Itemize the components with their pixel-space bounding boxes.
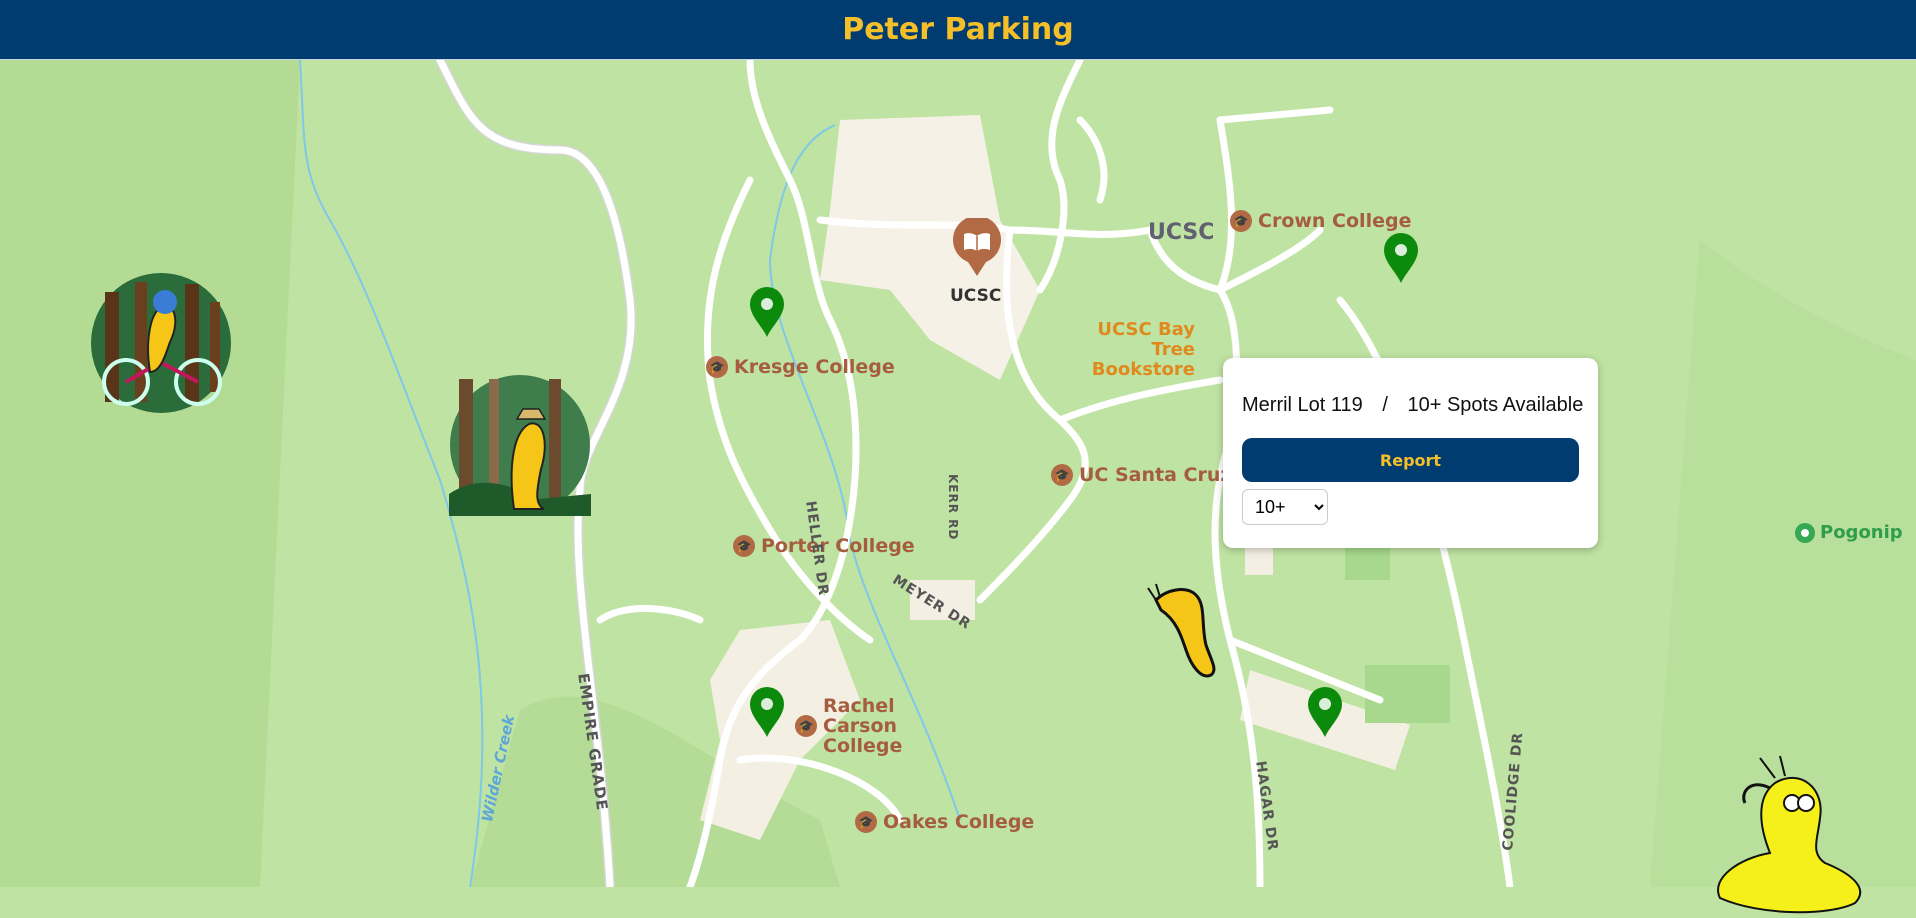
park-pogonip[interactable]: Pogonip	[1795, 522, 1903, 543]
parking-pin-crown[interactable]	[1382, 232, 1420, 284]
poi-uc-santa-cruz[interactable]: 🎓 UC Santa Cruz	[1051, 464, 1231, 486]
poi-crown-college[interactable]: 🎓 Crown College	[1230, 210, 1411, 232]
road-label-kerr: KERR RD	[946, 474, 960, 541]
app-header: Peter Parking	[0, 0, 1916, 60]
report-button[interactable]: Report	[1242, 438, 1579, 482]
graduation-cap-icon: 🎓	[795, 715, 817, 737]
poi-bay-tree-bookstore[interactable]: UCSC Bay Tree Bookstore	[1050, 320, 1195, 380]
parking-pin-rachel-carson[interactable]	[748, 686, 786, 738]
graduation-cap-icon: 🎓	[855, 811, 877, 833]
parking-pin-kresge[interactable]	[748, 286, 786, 338]
slug-hiker-mascot[interactable]	[449, 374, 591, 516]
graduation-cap-icon: 🎓	[1230, 210, 1252, 232]
ucsc-marker-label: UCSC	[950, 286, 1002, 306]
lot-name: Merril Lot 119	[1242, 394, 1363, 416]
poi-oakes-college[interactable]: 🎓 Oakes College	[855, 811, 1034, 833]
graduation-cap-icon: 🎓	[706, 356, 728, 378]
meditating-slug-mascot[interactable]	[1700, 748, 1870, 918]
graduation-cap-icon: 🎓	[733, 535, 755, 557]
parking-lot-popup: Merril Lot 119 / 10+ Spots Available Rep…	[1223, 358, 1598, 548]
ucsc-library-marker[interactable]	[952, 218, 1002, 288]
spots-select[interactable]: 10+	[1242, 489, 1328, 525]
slug-bike-mascot[interactable]	[90, 272, 232, 414]
park-icon	[1795, 522, 1815, 543]
campus-map[interactable]: 🎓 Crown College 🎓 Kresge College 🎓 UC Sa…	[0, 60, 1916, 914]
lot-availability: 10+ Spots Available	[1407, 394, 1584, 416]
lot-info-separator: /	[1382, 394, 1388, 416]
poi-rachel-carson-college[interactable]: 🎓 Rachel Carson College	[795, 696, 963, 756]
graduation-cap-icon: 🎓	[1051, 464, 1073, 486]
parking-pin-hagar[interactable]	[1306, 686, 1344, 738]
book-icon	[953, 218, 1001, 276]
road-label-ucsc: UCSC	[1148, 220, 1215, 245]
lot-info: Merril Lot 119 / 10+ Spots Available	[1242, 394, 1583, 417]
slug-marker-icon[interactable]	[1146, 580, 1224, 680]
poi-kresge-college[interactable]: 🎓 Kresge College	[706, 356, 895, 378]
app-title: Peter Parking	[842, 12, 1074, 47]
